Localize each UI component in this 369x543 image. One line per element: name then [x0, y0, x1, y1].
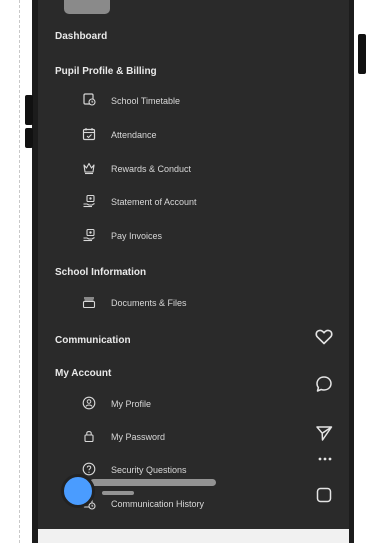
bottom-bar	[38, 529, 349, 543]
lock-icon	[84, 431, 94, 443]
menu-item-my-profile[interactable]: My Profile	[111, 399, 151, 409]
top-bar-handle	[64, 0, 110, 14]
folder-icon	[82, 297, 96, 309]
menu-item-attendance[interactable]: Attendance	[111, 130, 157, 140]
menu-item-school-timetable[interactable]: School Timetable	[111, 96, 180, 106]
comment-icon[interactable]	[314, 374, 334, 394]
timetable-icon	[83, 93, 96, 106]
phone-side-button	[358, 34, 366, 74]
menu-my-account[interactable]: My Account	[55, 368, 111, 379]
crown-icon	[83, 162, 95, 175]
menu-item-security-questions[interactable]: Security Questions	[111, 465, 187, 475]
drawer-menu: Dashboard Pupil Profile & Billing School…	[38, 0, 349, 543]
menu-dashboard[interactable]: Dashboard	[55, 31, 107, 42]
menu-item-my-password[interactable]: My Password	[111, 432, 165, 442]
page-divider	[19, 0, 20, 543]
account-statement-icon	[83, 194, 95, 208]
overlay-bar	[102, 491, 134, 495]
bookmark-icon[interactable]	[314, 485, 334, 505]
heart-icon[interactable]	[314, 327, 334, 347]
menu-communication[interactable]: Communication	[55, 335, 131, 346]
menu-item-pay-invoices[interactable]: Pay Invoices	[111, 231, 162, 241]
menu-item-documents-files[interactable]: Documents & Files	[111, 298, 187, 308]
send-icon[interactable]	[314, 423, 334, 443]
avatar[interactable]	[61, 474, 95, 508]
question-icon	[82, 462, 96, 476]
overlay-bar	[90, 479, 216, 486]
more-icon[interactable]	[317, 454, 333, 464]
calendar-icon	[82, 128, 96, 141]
phone-side-button	[25, 128, 33, 148]
profile-icon	[82, 396, 96, 410]
menu-profile-billing[interactable]: Pupil Profile & Billing	[55, 66, 157, 77]
menu-item-rewards-conduct[interactable]: Rewards & Conduct	[111, 164, 191, 174]
phone-side-button	[25, 95, 33, 125]
menu-item-statement-of-account[interactable]: Statement of Account	[111, 197, 197, 207]
pay-invoice-icon	[83, 228, 95, 242]
menu-school-information[interactable]: School Information	[55, 267, 146, 278]
menu-item-communication-history[interactable]: Communication History	[111, 499, 204, 509]
